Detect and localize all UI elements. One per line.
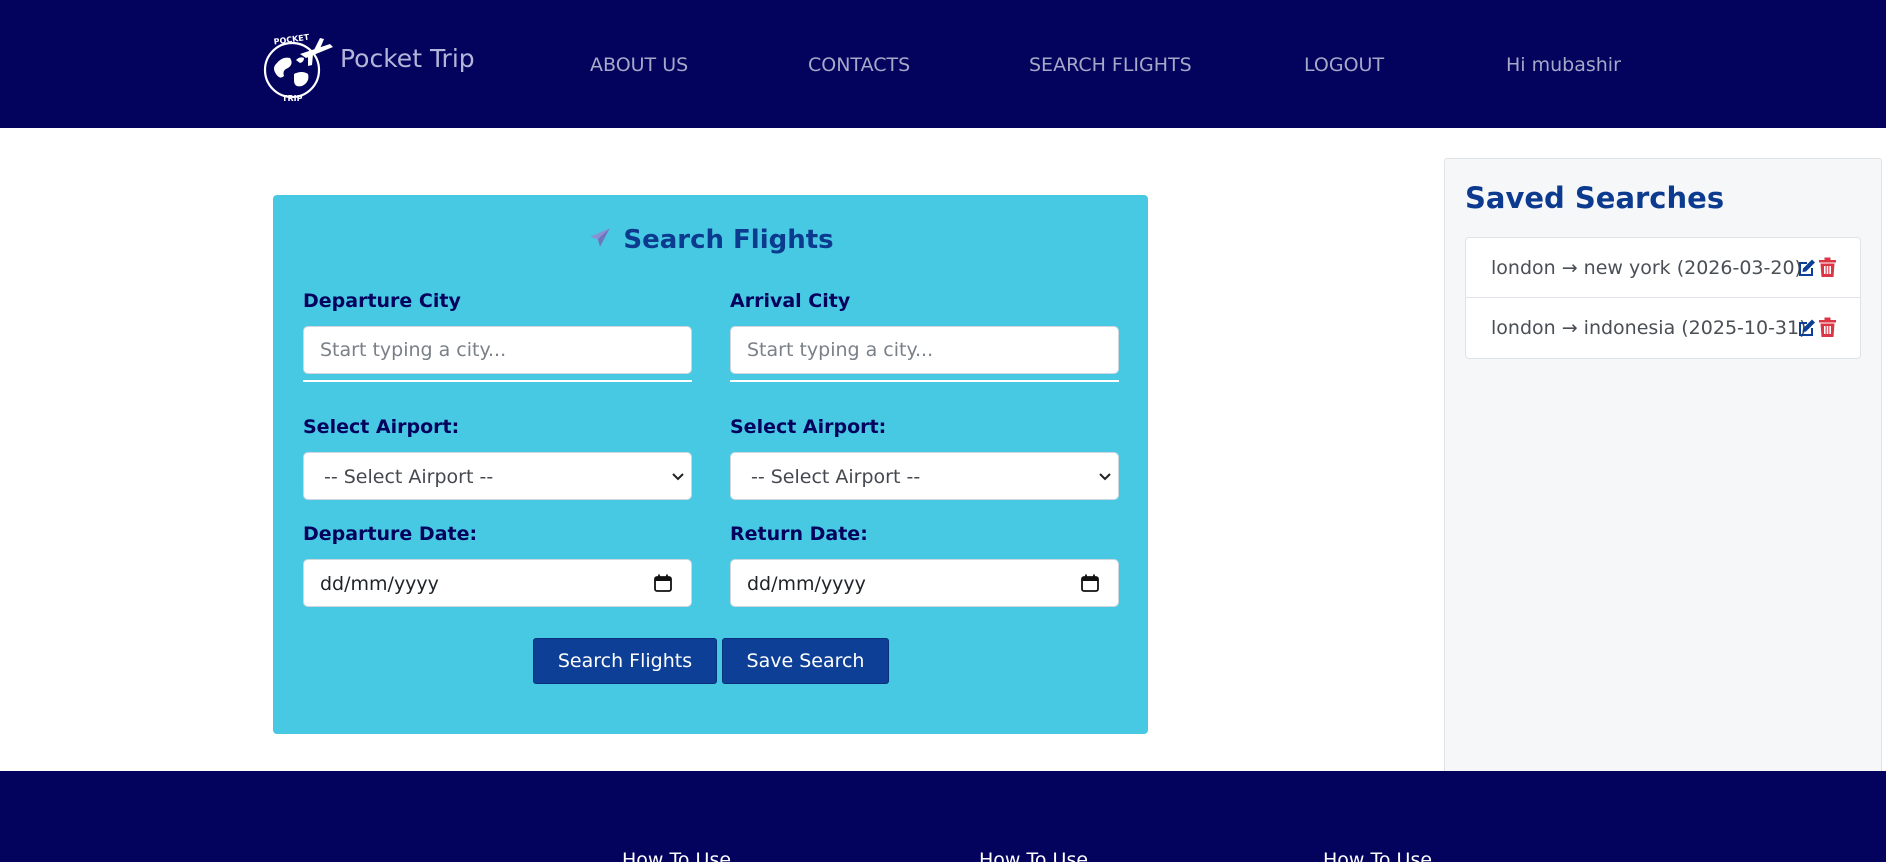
search-flights-card: Search Flights Departure City Arrival Ci… (273, 195, 1148, 734)
departure-city-underline (303, 380, 692, 382)
trash-icon[interactable] (1818, 257, 1837, 278)
footer-how-to-use[interactable]: How To Use (622, 849, 731, 862)
arrival-city-label: Arrival City (730, 290, 851, 312)
departure-date-value: dd/mm/yyyy (320, 573, 439, 595)
top-navbar: POCKET TRIP Pocket Trip ABOUT US CONTACT… (0, 0, 1886, 128)
return-date-value: dd/mm/yyyy (747, 573, 866, 595)
nav-logout[interactable]: LOGOUT (1304, 54, 1384, 76)
chevron-down-icon (672, 473, 684, 481)
list-item[interactable]: london → new york (2026-03-20) (1466, 238, 1860, 298)
footer-how-to-use[interactable]: How To Use (979, 849, 1088, 862)
footer: How To Use How To Use How To Use (0, 771, 1886, 862)
brand-name[interactable]: Pocket Trip (340, 44, 475, 73)
chevron-down-icon (1099, 473, 1111, 481)
saved-search-text[interactable]: london → indonesia (2025-10-31) (1491, 317, 1807, 339)
footer-how-to-use[interactable]: How To Use (1323, 849, 1432, 862)
departure-city-label: Departure City (303, 290, 461, 312)
svg-text:TRIP: TRIP (282, 94, 303, 102)
arrival-city-underline (730, 380, 1119, 382)
return-date-label: Return Date: (730, 523, 868, 545)
svg-text:POCKET: POCKET (273, 33, 310, 47)
arrival-airport-label: Select Airport: (730, 416, 887, 438)
edit-icon[interactable] (1796, 318, 1816, 338)
trash-icon[interactable] (1818, 317, 1837, 338)
search-card-title: Search Flights (273, 225, 1148, 255)
saved-searches-title: Saved Searches (1465, 181, 1725, 215)
departure-city-input[interactable] (303, 326, 692, 374)
departure-date-label: Departure Date: (303, 523, 478, 545)
airplane-icon (590, 228, 611, 247)
pocket-trip-logo[interactable]: POCKET TRIP (256, 30, 334, 102)
search-flights-button[interactable]: Search Flights (533, 638, 717, 684)
departure-date-input[interactable]: dd/mm/yyyy (303, 559, 692, 607)
saved-search-text[interactable]: london → new york (2026-03-20) (1491, 257, 1802, 279)
saved-searches-list: london → new york (2026-03-20) london → … (1465, 237, 1861, 359)
return-date-input[interactable]: dd/mm/yyyy (730, 559, 1119, 607)
nav-contacts[interactable]: CONTACTS (808, 54, 910, 76)
arrival-airport-select[interactable]: -- Select Airport -- (730, 452, 1119, 500)
departure-airport-select[interactable]: -- Select Airport -- (303, 452, 692, 500)
calendar-icon[interactable] (653, 573, 673, 593)
list-item[interactable]: london → indonesia (2025-10-31) (1466, 298, 1860, 358)
nav-search-flights[interactable]: SEARCH FLIGHTS (1029, 54, 1192, 76)
arrival-airport-value: -- Select Airport -- (751, 466, 921, 488)
search-card-title-text: Search Flights (623, 225, 834, 255)
user-greeting: Hi mubashir (1506, 54, 1621, 76)
arrival-city-input[interactable] (730, 326, 1119, 374)
save-search-button[interactable]: Save Search (722, 638, 889, 684)
departure-airport-label: Select Airport: (303, 416, 460, 438)
departure-airport-value: -- Select Airport -- (324, 466, 494, 488)
saved-searches-panel: Saved Searches london → new york (2026-0… (1444, 158, 1882, 778)
calendar-icon[interactable] (1080, 573, 1100, 593)
edit-icon[interactable] (1796, 258, 1816, 278)
nav-about-us[interactable]: ABOUT US (590, 54, 688, 76)
